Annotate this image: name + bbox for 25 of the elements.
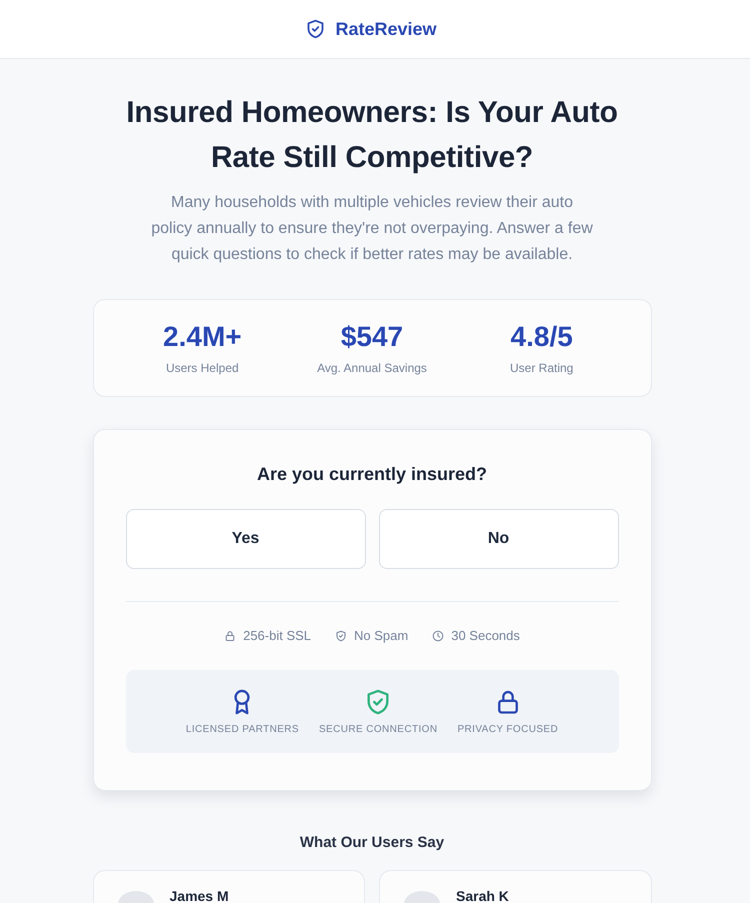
answer-button[interactable]: Yes bbox=[126, 509, 366, 569]
stat-label: Avg. Annual Savings bbox=[317, 361, 427, 375]
assurance-label: 256-bit SSL bbox=[243, 628, 312, 644]
stat-label: User Rating bbox=[510, 361, 574, 375]
shield-check-icon bbox=[305, 18, 326, 40]
question-text: Are you currently insured? bbox=[256, 463, 488, 486]
answer-button[interactable]: No bbox=[378, 509, 618, 569]
stat-value: 2.4M+ bbox=[163, 321, 242, 353]
lock-icon bbox=[224, 630, 236, 642]
stat-value: 4.8/5 bbox=[510, 321, 573, 353]
reviewer-name: Sarah K bbox=[456, 889, 509, 903]
assurance-label: 30 Seconds bbox=[451, 628, 520, 644]
brand-logo-text[interactable]: RateReview bbox=[335, 18, 437, 40]
badge-label: PRIVACY FOCUSED bbox=[457, 724, 558, 736]
shield-check-icon bbox=[335, 630, 348, 642]
section-heading: What Our Users Say bbox=[298, 834, 446, 852]
stat-label: Users Helped bbox=[166, 361, 239, 375]
badge-label: LICENSED PARTNERS bbox=[186, 724, 299, 736]
reviewer-name: James M bbox=[170, 889, 229, 903]
intro-text: Many households with multiple vehicles review their auto policy annually to ensure they're not overpaying. Answer a few quick questions to check if better rates may be available. bbox=[150, 193, 594, 265]
assurance-label: No Spam bbox=[354, 628, 408, 644]
clock-icon bbox=[432, 630, 444, 642]
badge-label: SECURE CONNECTION bbox=[318, 724, 438, 736]
page-title: Insured Homeowners: Is Your Auto Rate Still Competitive? bbox=[125, 95, 619, 176]
stat-value: $547 bbox=[340, 321, 404, 353]
